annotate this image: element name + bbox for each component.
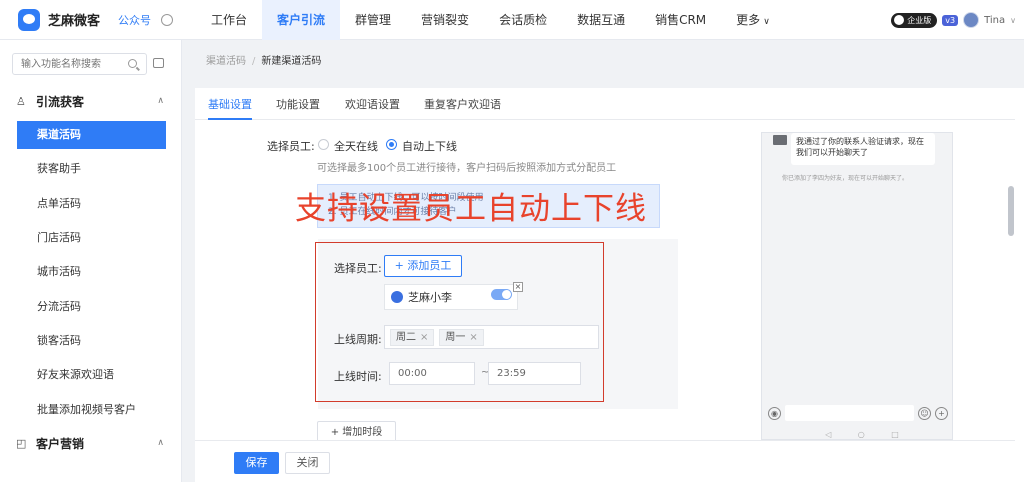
enterprise-badge: 企业版 xyxy=(891,12,938,28)
tab-function-settings[interactable]: 功能设置 xyxy=(276,88,320,120)
system-message: 你已添加了李四为好友，现在可以开始聊天了。 xyxy=(782,175,909,182)
staff-name: 芝麻小李 xyxy=(408,291,452,304)
breadcrumb-separator: / xyxy=(252,56,256,67)
phone-nav-bar: ◁ ○ □ xyxy=(812,430,912,439)
user-name[interactable]: Tina xyxy=(984,15,1005,26)
voice-icon: ◉ xyxy=(768,406,781,420)
add-staff-button[interactable]: + 添加员工 xyxy=(384,255,462,277)
sidebar-item-lock-qr[interactable]: 锁客活码 xyxy=(17,327,166,355)
footer-bar: 保存 关闭 xyxy=(195,440,1015,482)
sidebar-group-lead-gen[interactable]: ♙ 引流获客 ∧ xyxy=(0,88,182,114)
function-search-input[interactable] xyxy=(12,53,147,75)
nav-customer-acquisition[interactable]: 客户引流 xyxy=(262,0,341,40)
contact-avatar xyxy=(773,135,787,145)
inner-select-staff-label: 选择员工: xyxy=(334,262,382,275)
phone-input-bar: ◉ ☺ + xyxy=(768,403,948,423)
period-label: 上线周期: xyxy=(334,333,382,346)
main-nav: 工作台 客户引流 群管理 营销裂变 会话质检 数据互通 销售CRM 更多 ∨ xyxy=(196,0,785,40)
scrollbar-thumb[interactable] xyxy=(1008,186,1014,236)
select-staff-label: 选择员工: xyxy=(267,140,315,153)
plus-icon: + xyxy=(935,406,948,420)
chevron-down-icon: ∨ xyxy=(763,17,770,27)
remove-tag-icon[interactable]: × xyxy=(420,332,428,343)
day-tag: 周二 × xyxy=(390,328,435,346)
settings-tabs: 基础设置 功能设置 欢迎语设置 重复客户欢迎语 xyxy=(195,88,1015,120)
end-time-input[interactable]: 23:59 xyxy=(488,362,581,385)
theme-toggle-icon[interactable] xyxy=(161,13,174,26)
tab-repeat-welcome[interactable]: 重复客户欢迎语 xyxy=(424,88,501,120)
sidebar: ♙ 引流获客 ∧ 渠道活码 获客助手 点单活码 门店活码 城市活码 分流活码 锁… xyxy=(0,40,182,482)
phone-text-box xyxy=(785,405,914,421)
back-icon: ◁ xyxy=(825,430,832,439)
emoji-icon: ☺ xyxy=(918,406,931,420)
nav-group-management[interactable]: 群管理 xyxy=(340,0,406,40)
top-nav-bar: 芝麻微客 公众号 工作台 客户引流 群管理 营销裂变 会话质检 数据互通 销售C… xyxy=(0,0,1024,40)
sidebar-item-order-qr[interactable]: 点单活码 xyxy=(17,190,166,218)
radio-all-online-label[interactable]: 全天在线 xyxy=(334,138,378,154)
tab-basic-settings[interactable]: 基础设置 xyxy=(208,88,252,120)
radio-auto-online-label[interactable]: 自动上下线 xyxy=(402,138,457,154)
nav-data-sync[interactable]: 数据互通 xyxy=(562,0,640,40)
home-icon: ○ xyxy=(857,430,865,439)
sidebar-item-source-welcome[interactable]: 好友来源欢迎语 xyxy=(17,361,166,389)
layout-panel-icon[interactable] xyxy=(153,58,164,68)
app-logo[interactable]: 芝麻微客 xyxy=(18,8,101,31)
sidebar-item-store-qr[interactable]: 门店活码 xyxy=(17,224,166,252)
chevron-up-icon: ∧ xyxy=(157,438,164,448)
nav-session-qc[interactable]: 会话质检 xyxy=(484,0,562,40)
chevron-down-icon[interactable]: ∨ xyxy=(1010,16,1016,25)
day-tag-label: 周一 xyxy=(445,331,466,343)
nav-more[interactable]: 更多 ∨ xyxy=(721,0,785,40)
sidebar-item-batch-add-video[interactable]: 批量添加视频号客户 xyxy=(17,396,166,424)
remove-staff-close-icon[interactable]: × xyxy=(513,282,523,292)
staff-online-toggle[interactable] xyxy=(491,289,512,300)
breadcrumb-parent[interactable]: 渠道活码 xyxy=(206,56,246,67)
enterprise-badge-label: 企业版 xyxy=(907,15,932,25)
nav-sales-crm[interactable]: 销售CRM xyxy=(640,0,721,40)
sidebar-group-customer-marketing[interactable]: ◰ 客户营销 ∧ xyxy=(0,430,182,456)
nav-workbench[interactable]: 工作台 xyxy=(196,0,262,40)
breadcrumb: 渠道活码 / 新建渠道活码 xyxy=(206,52,321,67)
save-button[interactable]: 保存 xyxy=(234,452,279,474)
bookmark-icon: ◰ xyxy=(16,436,27,450)
logo-icon xyxy=(18,8,40,31)
sidebar-group-label: 客户营销 xyxy=(36,436,85,451)
chat-bubble: 我通过了你的联系人验证请求，现在我们可以开始聊天了 xyxy=(791,133,935,165)
overlay-caption: 支持设置员工自动上下线 xyxy=(295,191,647,227)
time-label: 上线时间: xyxy=(334,370,382,383)
staff-avatar-icon xyxy=(391,291,403,303)
sidebar-item-split-qr[interactable]: 分流活码 xyxy=(17,293,166,321)
gzh-link[interactable]: 公众号 xyxy=(118,12,151,28)
app-name: 芝麻微客 xyxy=(48,14,101,29)
sidebar-item-acquisition-assistant[interactable]: 获客助手 xyxy=(17,155,166,183)
close-button[interactable]: 关闭 xyxy=(285,452,330,474)
day-tag: 周一 × xyxy=(439,328,484,346)
phone-preview: 我通过了你的联系人验证请求，现在我们可以开始聊天了 你已添加了李四为好友，现在可… xyxy=(761,132,953,440)
day-tag-label: 周二 xyxy=(396,331,416,343)
user-plus-icon: ♙ xyxy=(16,94,26,108)
sidebar-group-label: 引流获客 xyxy=(36,94,85,109)
sidebar-item-channel-qr[interactable]: 渠道活码 xyxy=(17,121,166,149)
user-area: 企业版 v3 Tina ∨ xyxy=(891,0,1016,40)
nav-more-label: 更多 xyxy=(736,13,761,27)
sidebar-item-city-qr[interactable]: 城市活码 xyxy=(17,258,166,286)
avatar[interactable] xyxy=(963,12,980,28)
radio-all-online[interactable] xyxy=(318,139,329,150)
recent-apps-icon: □ xyxy=(891,430,899,439)
nav-marketing-fission[interactable]: 营销裂变 xyxy=(406,0,484,40)
wecom-icon xyxy=(894,15,905,25)
chevron-up-icon: ∧ xyxy=(157,96,164,106)
search-icon[interactable] xyxy=(128,59,137,68)
staff-hint-text: 可选择最多100个员工进行接待，客户扫码后按照添加方式分配员工 xyxy=(317,163,617,174)
period-select[interactable]: 周二 × 周一 × xyxy=(384,325,599,349)
start-time-input[interactable]: 00:00 xyxy=(389,362,475,385)
breadcrumb-current: 新建渠道活码 xyxy=(261,56,322,67)
remove-tag-icon[interactable]: × xyxy=(469,332,477,343)
radio-auto-online[interactable] xyxy=(386,139,397,150)
version-badge: v3 xyxy=(942,14,959,26)
tab-welcome-settings[interactable]: 欢迎语设置 xyxy=(345,88,400,120)
